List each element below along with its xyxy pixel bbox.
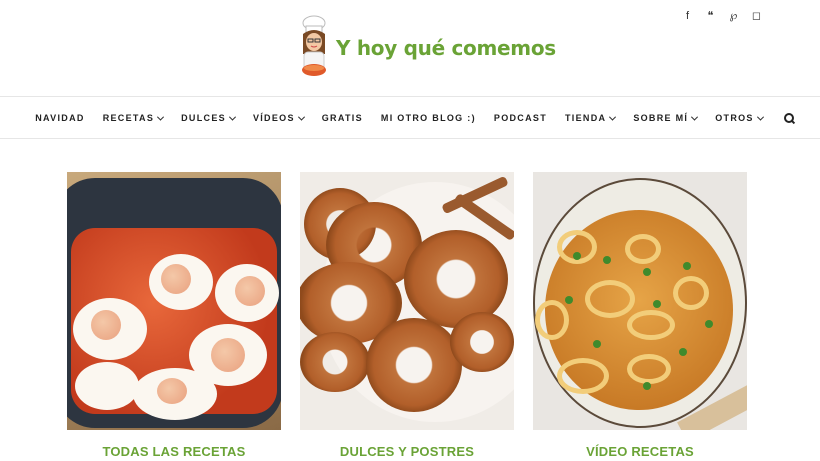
search-icon[interactable] (783, 113, 794, 123)
chevron-down-icon (157, 113, 165, 121)
social-links: f ❝ ℘ ◻ (682, 9, 762, 23)
nav-item-sobre-mi[interactable]: SOBRE MÍ (633, 113, 699, 123)
card-title[interactable]: DULCES Y POSTRES (300, 444, 514, 459)
pea-shape (603, 256, 611, 264)
nav-item-label: NAVIDAD (35, 113, 85, 123)
pea-shape (643, 268, 651, 276)
egg-shape (75, 362, 139, 410)
nav-item-label: DULCES (181, 113, 226, 123)
pea-shape (705, 320, 713, 328)
card-todas-las-recetas[interactable]: TODAS LAS RECETAS (67, 172, 281, 459)
yolk-shape (157, 378, 187, 404)
category-cards: TODAS LAS RECETAS DULCES Y POSTRES VÍDEO… (67, 172, 747, 459)
nav-item-label: PODCAST (493, 113, 547, 123)
card-video-recetas[interactable]: VÍDEO RECETAS (533, 172, 747, 459)
instagram-icon[interactable]: ◻ (751, 9, 762, 22)
nav-item-tienda[interactable]: TIENDA (565, 113, 617, 123)
pea-shape (573, 252, 581, 260)
yolk-shape (91, 310, 121, 340)
nav-item-label: MI OTRO BLOG :) (380, 113, 476, 123)
pinterest-icon[interactable]: ℘ (728, 9, 739, 22)
squid-ring-shape (627, 310, 675, 340)
nav-item-videos[interactable]: VÍDEOS (252, 113, 305, 123)
pea-shape (593, 340, 601, 348)
nav-item-recetas[interactable]: RECETAS (102, 113, 165, 123)
nav-item-label: SOBRE MÍ (633, 113, 689, 123)
squid-ring-shape (627, 354, 671, 384)
site-title: Y hoy qué comemos (336, 36, 556, 60)
card-dulces-y-postres[interactable]: DULCES Y POSTRES (300, 172, 514, 459)
yolk-shape (235, 276, 265, 306)
site-header: f ❝ ℘ ◻ Y hoy qué comemos (0, 0, 820, 97)
twitter-icon[interactable]: ❝ (705, 9, 716, 22)
squid-ring-shape (625, 234, 661, 264)
nav-item-label: OTROS (715, 113, 754, 123)
chevron-down-icon (609, 113, 617, 121)
facebook-icon[interactable]: f (682, 9, 693, 22)
squid-ring-shape (673, 276, 709, 310)
chevron-down-icon (756, 113, 764, 121)
card-title[interactable]: TODAS LAS RECETAS (67, 444, 281, 459)
main-nav: NAVIDAD RECETAS DULCES VÍDEOS GRATIS MI … (0, 98, 820, 139)
card-title[interactable]: VÍDEO RECETAS (533, 444, 747, 459)
donut-shape (300, 332, 370, 392)
nav-item-otros[interactable]: OTROS (715, 113, 764, 123)
chevron-down-icon (691, 113, 699, 121)
pea-shape (643, 382, 651, 390)
donut-shape (450, 312, 514, 372)
squid-ring-shape (557, 358, 609, 394)
card-image-rice-squid[interactable] (533, 172, 747, 430)
pea-shape (679, 348, 687, 356)
pea-shape (653, 300, 661, 308)
nav-item-label: RECETAS (102, 113, 155, 123)
nav-item-gratis[interactable]: GRATIS (322, 113, 363, 123)
nav-item-podcast[interactable]: PODCAST (494, 113, 547, 123)
nav-item-label: TIENDA (565, 113, 607, 123)
nav-item-label: GRATIS (321, 113, 363, 123)
pea-shape (683, 262, 691, 270)
nav-item-mi-otro-blog[interactable]: MI OTRO BLOG :) (381, 113, 476, 123)
yolk-shape (161, 264, 191, 294)
nav-item-dulces[interactable]: DULCES (181, 113, 236, 123)
chevron-down-icon (228, 113, 236, 121)
yolk-shape (211, 338, 245, 372)
card-image-eggs[interactable] (67, 172, 281, 430)
pea-shape (565, 296, 573, 304)
chef-avatar-icon (296, 14, 332, 82)
nav-item-label: VÍDEOS (252, 113, 295, 123)
donut-shape (366, 318, 462, 412)
chevron-down-icon (297, 113, 305, 121)
squid-ring-shape (585, 280, 635, 318)
card-image-donuts[interactable] (300, 172, 514, 430)
squid-ring-shape (535, 300, 569, 340)
nav-item-navidad[interactable]: NAVIDAD (35, 113, 84, 123)
site-logo[interactable]: Y hoy qué comemos (296, 14, 556, 82)
